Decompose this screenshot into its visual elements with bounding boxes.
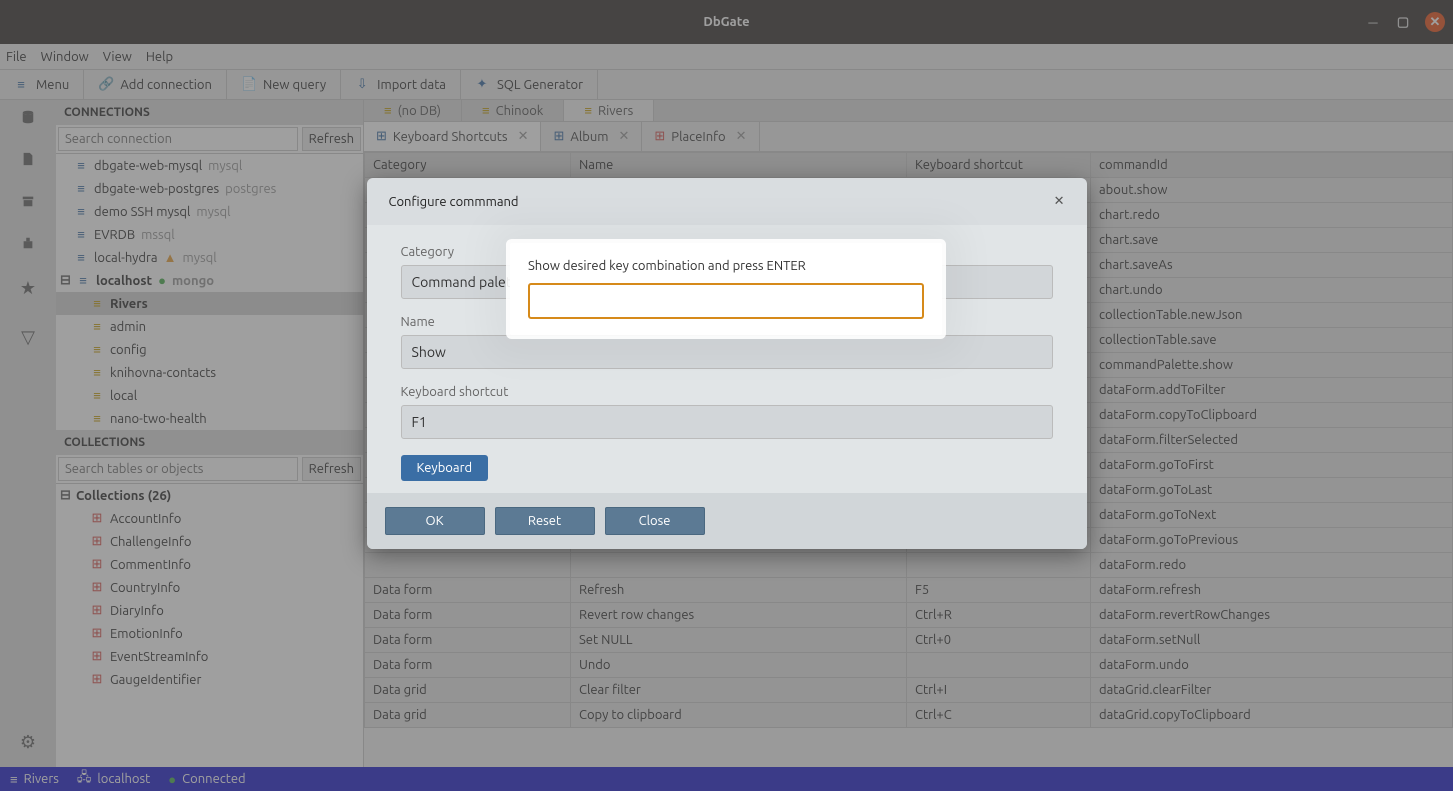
modal-overlay: Configure commmand ✕ Category Name Keybo… — [0, 0, 1453, 791]
ok-button[interactable]: OK — [385, 507, 485, 535]
name-input[interactable] — [401, 335, 1053, 369]
configure-command-modal: Configure commmand ✕ Category Name Keybo… — [367, 178, 1087, 549]
reset-button[interactable]: Reset — [495, 507, 595, 535]
shortcut-label: Keyboard shortcut — [401, 385, 1053, 399]
modal-close-button[interactable]: ✕ — [1054, 194, 1065, 209]
shortcut-input[interactable] — [401, 405, 1053, 439]
modal-title: Configure commmand — [389, 195, 519, 209]
keyboard-button[interactable]: Keyboard — [401, 455, 489, 481]
key-capture-input[interactable] — [528, 283, 924, 319]
key-capture-hint: Show desired key combination and press E… — [528, 259, 924, 273]
key-capture-popover: Show desired key combination and press E… — [510, 243, 942, 335]
close-button[interactable]: Close — [605, 507, 705, 535]
